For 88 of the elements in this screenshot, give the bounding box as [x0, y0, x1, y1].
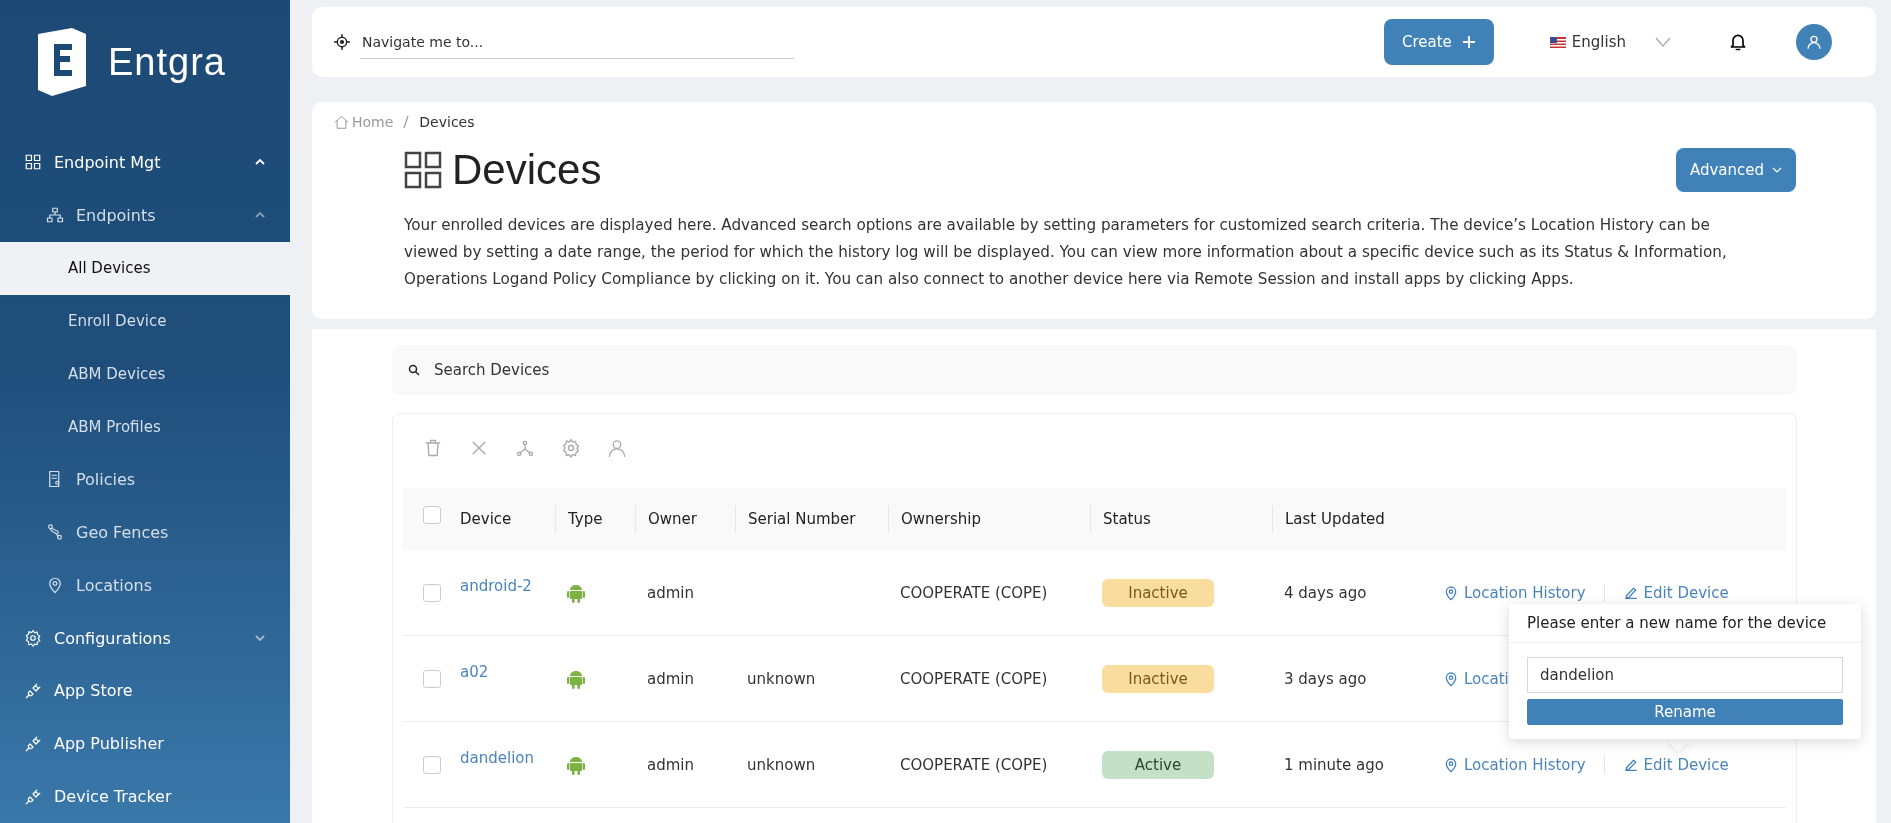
ownership-cell: COOPERATE (COPE) [900, 583, 1048, 602]
device-link[interactable]: dandelion [460, 748, 534, 767]
rename-button[interactable]: Rename [1527, 699, 1843, 725]
location-pin-icon [1443, 583, 1459, 602]
network-icon[interactable] [515, 438, 535, 458]
column-header: Ownership [888, 505, 1090, 533]
location-pin-icon [1443, 755, 1459, 774]
owner-cell: admin [647, 669, 694, 688]
breadcrumb-home[interactable]: Home [334, 114, 394, 130]
settings-icon[interactable] [561, 438, 581, 458]
grid-icon [24, 153, 42, 172]
column-header: Type [555, 505, 635, 533]
plug-icon [24, 787, 42, 806]
last-updated-cell: 3 days ago [1284, 669, 1367, 688]
device-search-field[interactable]: Search Devices [392, 345, 1797, 395]
android-icon [567, 668, 585, 689]
location-history-link[interactable]: Location History [1443, 755, 1586, 774]
sidebar-item[interactable]: App Store [0, 664, 290, 718]
status-badge: Inactive [1102, 578, 1214, 607]
device-link[interactable]: android-2 [460, 576, 532, 595]
last-updated-cell: 4 days ago [1284, 583, 1367, 602]
column-header: Device [459, 509, 513, 530]
advanced-button[interactable]: Advanced [1675, 148, 1796, 192]
home-icon [334, 115, 349, 129]
ownership-cell: COOPERATE (COPE) [900, 669, 1048, 688]
location-history-link[interactable]: Location History [1443, 583, 1586, 602]
grid-icon [404, 151, 442, 189]
page-title: Devices [452, 146, 603, 194]
sidebar-item[interactable]: Configurations [0, 611, 290, 665]
sidebar-item[interactable]: Endpoints [0, 188, 290, 242]
search-icon [408, 364, 420, 376]
edit-device-link[interactable]: Edit Device [1622, 583, 1729, 602]
crosshair-icon [334, 34, 350, 50]
sidebar-item[interactable]: ABM Profiles [0, 400, 290, 454]
android-icon [567, 754, 585, 775]
status-badge: Inactive [1102, 664, 1214, 693]
search-input[interactable]: Search Devices [432, 360, 1781, 380]
row-checkbox[interactable] [423, 583, 441, 602]
location-history-link[interactable]: Locati [1443, 669, 1509, 688]
sidebar-item[interactable]: ABM Devices [0, 347, 290, 401]
serial-cell: unknown [747, 669, 816, 688]
sidebar-item[interactable]: Policies [0, 453, 290, 506]
hierarchy-icon [46, 206, 64, 225]
brand-name: Entgra [108, 40, 226, 84]
plus-icon [1461, 35, 1476, 49]
android-icon [567, 582, 585, 603]
location-pin-icon [46, 576, 64, 595]
trash-icon[interactable] [423, 438, 443, 458]
flag-icon [1549, 36, 1566, 48]
chevron-icon [254, 632, 266, 644]
sidebar-item[interactable]: Enroll Device [0, 294, 290, 348]
last-updated-cell: 1 minute ago [1284, 755, 1384, 774]
column-header: Last Updated [1272, 505, 1425, 533]
sidebar-item[interactable]: Geo Fences [0, 505, 290, 559]
user-avatar[interactable] [1796, 24, 1832, 60]
popover-title: Please enter a new name for the device [1509, 604, 1861, 643]
language-selector[interactable]: English [1543, 32, 1678, 52]
edit-device-link[interactable]: Edit Device [1622, 755, 1729, 774]
row-checkbox[interactable] [423, 755, 441, 774]
location-pin-icon [1443, 669, 1459, 688]
ownership-cell: COOPERATE (COPE) [900, 755, 1048, 774]
sidebar-item[interactable]: App Publisher [0, 717, 290, 771]
select-all-checkbox[interactable] [423, 506, 441, 524]
row-checkbox[interactable] [423, 669, 441, 688]
column-header: Serial Number [735, 505, 888, 533]
device-link[interactable]: a02 [460, 662, 489, 681]
owner-cell: admin [647, 755, 694, 774]
route-icon [46, 523, 64, 542]
plug-icon [24, 681, 42, 700]
create-button[interactable]: Create [1384, 19, 1494, 65]
column-header: Owner [635, 505, 735, 533]
owner-cell: admin [647, 583, 694, 602]
sidebar-item[interactable]: Locations [0, 558, 290, 612]
sidebar-item[interactable]: Device Tracker [0, 770, 290, 823]
device-name-field[interactable]: dandelion [1527, 657, 1843, 693]
chevron-icon [1772, 166, 1782, 174]
breadcrumb-current: Devices [419, 114, 475, 130]
breadcrumb-separator [403, 115, 410, 129]
column-header: Status [1090, 505, 1272, 533]
settings-icon [24, 629, 42, 647]
plug-icon [24, 734, 42, 753]
chevron-icon [1654, 36, 1672, 48]
page-description: Your enrolled devices are displayed here. Advanced search options are available by setting parameters for customized search criteria. The device’s Location History can be viewed by setting a date range, the period for which the history log will be displayed. You can view more information about a specific device such as its Status & Information, Operations Logand Policy Compliance by clicking on it. You can also connect to another device here via Remote Session and install apps by clicking Apps. [404, 215, 1728, 290]
user-icon[interactable] [607, 438, 627, 458]
sidebar-item[interactable]: Endpoint Mgt [0, 136, 290, 189]
sidebar-item[interactable]: All Devices [0, 241, 290, 295]
status-badge: Active [1102, 750, 1214, 779]
serial-cell: unknown [747, 755, 816, 774]
